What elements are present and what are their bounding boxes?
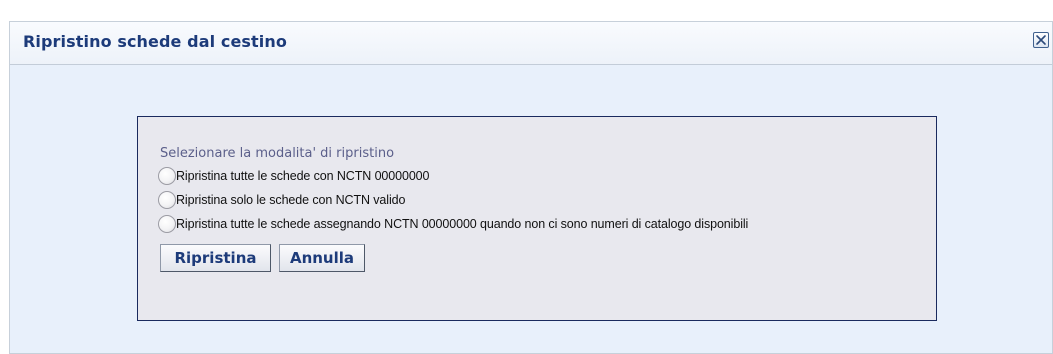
- option-label: Ripristina tutte le schede con NCTN 0000…: [176, 169, 430, 183]
- restore-mode-legend: Selezionare la modalita' di ripristino: [160, 146, 395, 161]
- radio-button[interactable]: [158, 215, 176, 233]
- radio-button[interactable]: [158, 167, 176, 185]
- dialog-titlebar[interactable]: Ripristino schede dal cestino: [10, 22, 1052, 65]
- option-label: Ripristina solo le schede con NCTN valid…: [176, 193, 406, 207]
- restore-mode-panel: Selezionare la modalita' di ripristino R…: [137, 116, 937, 321]
- close-x-icon: [1036, 35, 1046, 45]
- radio-button[interactable]: [158, 191, 176, 209]
- option-restore-all-assign[interactable]: Ripristina tutte le schede assegnando NC…: [158, 215, 748, 233]
- dialog-title: Ripristino schede dal cestino: [23, 32, 287, 51]
- dialog-body: Selezionare la modalita' di ripristino R…: [10, 65, 1052, 353]
- close-button[interactable]: [1033, 32, 1049, 48]
- restore-button[interactable]: Ripristina: [160, 244, 271, 272]
- option-label: Ripristina tutte le schede assegnando NC…: [176, 217, 749, 231]
- restore-dialog: Ripristino schede dal cestino Selezionar…: [9, 21, 1053, 354]
- cancel-button[interactable]: Annulla: [279, 244, 365, 272]
- option-restore-valid-only[interactable]: Ripristina solo le schede con NCTN valid…: [158, 191, 405, 209]
- option-restore-all-zero[interactable]: Ripristina tutte le schede con NCTN 0000…: [158, 167, 429, 185]
